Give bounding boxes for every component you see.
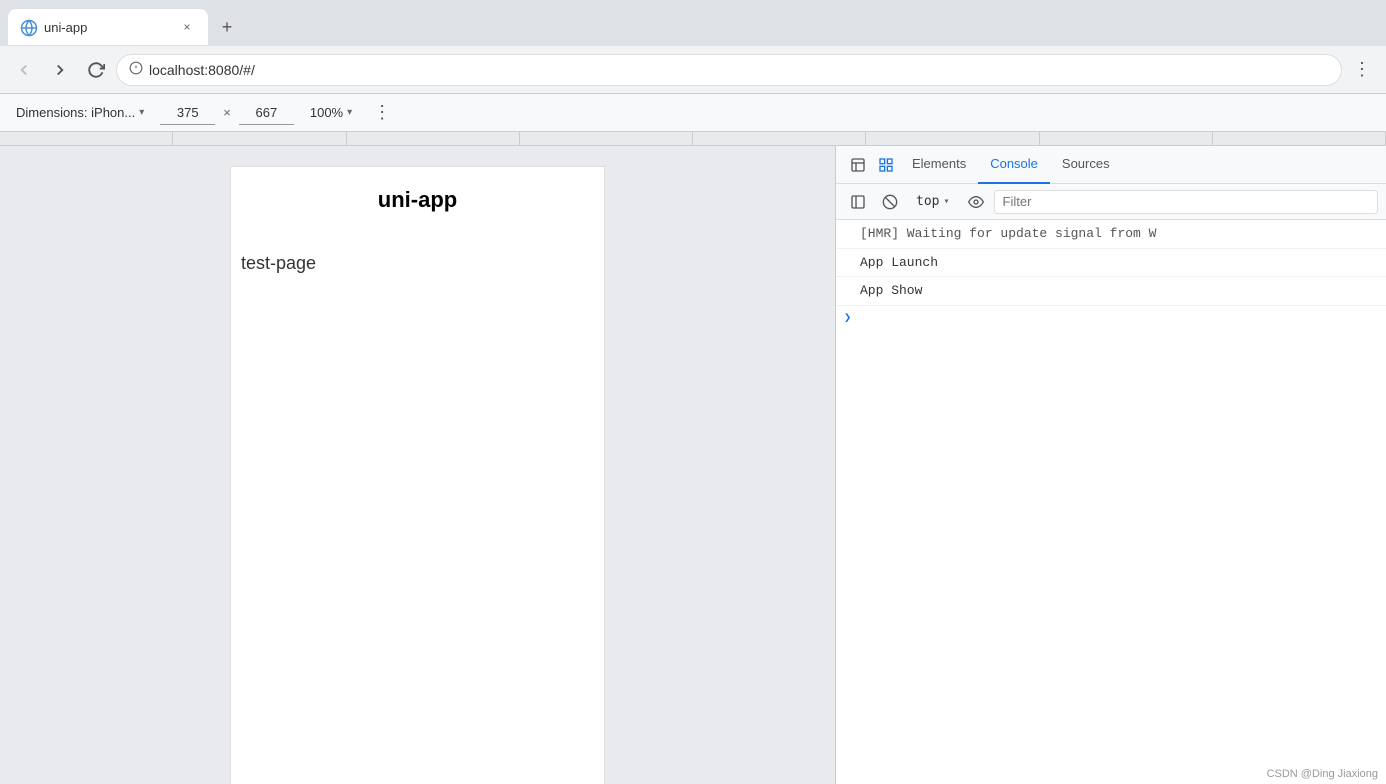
device-toolbar-more-button[interactable]: ⋮ bbox=[368, 99, 396, 127]
device-dropdown-icon: ▾ bbox=[139, 107, 144, 118]
ruler-segment bbox=[1040, 132, 1213, 145]
context-label: top bbox=[916, 194, 939, 209]
browser-viewport: uni-app test-page bbox=[0, 146, 835, 784]
console-output: [HMR] Waiting for update signal from W A… bbox=[836, 220, 1386, 502]
page-name: test-page bbox=[231, 253, 604, 274]
tab-close-button[interactable]: × bbox=[178, 18, 196, 36]
zoom-label: 100% bbox=[310, 105, 343, 120]
app-title-area: uni-app bbox=[231, 167, 604, 233]
ruler-segment bbox=[520, 132, 693, 145]
tab-console[interactable]: Console bbox=[978, 146, 1050, 184]
height-input[interactable] bbox=[239, 101, 294, 125]
ruler-segment bbox=[693, 132, 866, 145]
tab-favicon-icon bbox=[20, 19, 36, 35]
devtools-dock-icon[interactable] bbox=[844, 151, 872, 179]
zoom-select[interactable]: 100% ▾ bbox=[302, 101, 360, 124]
ruler-segment bbox=[0, 132, 173, 145]
device-toolbar: Dimensions: iPhon... ▾ × 100% ▾ ⋮ bbox=[0, 94, 1386, 132]
ruler-segment bbox=[347, 132, 520, 145]
tab-sources-label: Sources bbox=[1062, 156, 1110, 171]
dimension-x-label: × bbox=[223, 105, 231, 120]
zoom-dropdown-icon: ▾ bbox=[347, 107, 352, 118]
console-line: App Launch bbox=[836, 249, 1386, 278]
ruler-segment bbox=[173, 132, 346, 145]
console-message-text: App Launch bbox=[860, 253, 938, 273]
devtools-block-icon[interactable] bbox=[872, 151, 900, 179]
back-button[interactable] bbox=[8, 54, 40, 86]
tab-elements-label: Elements bbox=[912, 156, 966, 171]
reload-button[interactable] bbox=[80, 54, 112, 86]
console-toolbar: top ▾ bbox=[836, 184, 1386, 220]
app-title: uni-app bbox=[251, 187, 584, 213]
console-line: App Show bbox=[836, 277, 1386, 306]
ruler-segment bbox=[866, 132, 1039, 145]
phone-frame: uni-app test-page bbox=[230, 166, 605, 784]
tab-title: uni-app bbox=[44, 20, 170, 35]
tab-bar: uni-app × + bbox=[0, 0, 1386, 46]
console-expand-icon[interactable]: ❯ bbox=[836, 306, 1386, 329]
forward-button[interactable] bbox=[44, 54, 76, 86]
new-tab-button[interactable]: + bbox=[212, 12, 242, 42]
console-message-text: App Show bbox=[860, 281, 922, 301]
tab-sources[interactable]: Sources bbox=[1050, 146, 1122, 184]
active-tab[interactable]: uni-app × bbox=[8, 9, 208, 45]
tab-elements[interactable]: Elements bbox=[900, 146, 978, 184]
context-selector[interactable]: top ▾ bbox=[908, 190, 958, 213]
console-filter-input[interactable] bbox=[994, 190, 1378, 214]
console-sidebar-icon[interactable] bbox=[844, 188, 872, 216]
devtools-panel: Elements Console Sources bbox=[835, 146, 1386, 784]
info-icon bbox=[129, 61, 143, 78]
console-line: [HMR] Waiting for update signal from W bbox=[836, 220, 1386, 249]
width-input[interactable] bbox=[160, 101, 215, 125]
navigation-bar: localhost:8080/#/ ⋮ bbox=[0, 46, 1386, 94]
device-select[interactable]: Dimensions: iPhon... ▾ bbox=[8, 101, 152, 124]
device-name-label: Dimensions: iPhon... bbox=[16, 105, 135, 120]
ruler-segment bbox=[1213, 132, 1386, 145]
context-dropdown-icon: ▾ bbox=[943, 196, 949, 207]
watermark: CSDN @Ding Jiaxiong bbox=[1267, 768, 1378, 780]
device-ruler bbox=[0, 132, 1386, 146]
tab-console-label: Console bbox=[990, 156, 1038, 171]
main-area: uni-app test-page bbox=[0, 146, 1386, 784]
url-text: localhost:8080/#/ bbox=[149, 62, 1329, 78]
console-eye-icon[interactable] bbox=[962, 188, 990, 216]
devtools-tab-bar: Elements Console Sources bbox=[836, 146, 1386, 184]
console-clear-icon[interactable] bbox=[876, 188, 904, 216]
console-message-text: [HMR] Waiting for update signal from W bbox=[860, 224, 1156, 244]
address-bar[interactable]: localhost:8080/#/ bbox=[116, 54, 1342, 86]
browser-more-button[interactable]: ⋮ bbox=[1346, 54, 1378, 86]
